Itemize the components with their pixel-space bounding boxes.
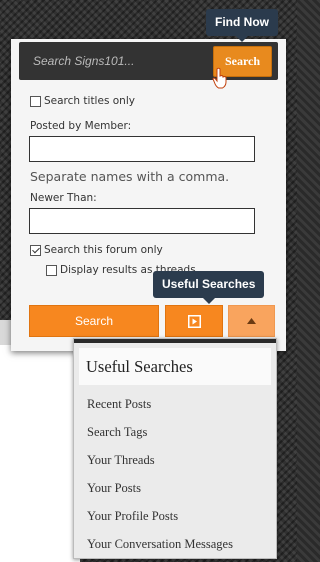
search-titles-only-checkbox[interactable] — [30, 95, 41, 107]
search-button[interactable]: Search — [29, 305, 159, 337]
advanced-search-button[interactable] — [165, 305, 223, 337]
search-this-forum-checkbox[interactable] — [30, 244, 41, 256]
find-now-tooltip: Find Now — [206, 9, 278, 42]
search-bar: Search — [19, 42, 278, 80]
play-icon — [187, 314, 201, 328]
search-this-forum-option[interactable]: Search this forum only — [30, 244, 163, 256]
menu-item-your-posts[interactable]: Your Posts — [74, 474, 276, 502]
newer-than-field[interactable] — [29, 208, 255, 234]
menu-item-your-profile-posts[interactable]: Your Profile Posts — [74, 502, 276, 530]
menu-item-your-conversation-messages[interactable]: Your Conversation Messages — [74, 530, 276, 558]
menu-item-recent-posts[interactable]: Recent Posts — [74, 390, 276, 418]
page-content-area — [0, 345, 80, 562]
menu-item-your-threads[interactable]: Your Threads — [74, 446, 276, 474]
posted-by-member-hint: Separate names with a comma. — [30, 169, 230, 184]
useful-searches-tooltip: Useful Searches — [153, 271, 265, 304]
useful-searches-list: Recent Posts Search Tags Your Threads Yo… — [74, 390, 276, 558]
posted-by-member-field[interactable] — [29, 136, 255, 162]
useful-searches-title: Useful Searches — [79, 348, 271, 385]
caret-up-icon — [247, 318, 256, 324]
useful-searches-menu: Useful Searches Recent Posts Search Tags… — [73, 338, 277, 559]
hand-cursor-icon — [212, 67, 227, 89]
menu-item-search-tags[interactable]: Search Tags — [74, 418, 276, 446]
display-as-threads-checkbox[interactable] — [46, 264, 57, 276]
newer-than-label: Newer Than: — [30, 192, 97, 204]
search-titles-only-option[interactable]: Search titles only — [30, 95, 135, 107]
useful-searches-toggle-button[interactable] — [228, 305, 275, 337]
search-titles-only-label: Search titles only — [44, 95, 135, 107]
search-panel: Search Search titles only Posted by Memb… — [11, 39, 286, 351]
search-this-forum-label: Search this forum only — [44, 244, 163, 256]
search-input[interactable] — [23, 45, 207, 77]
posted-by-member-label: Posted by Member: — [30, 120, 132, 132]
